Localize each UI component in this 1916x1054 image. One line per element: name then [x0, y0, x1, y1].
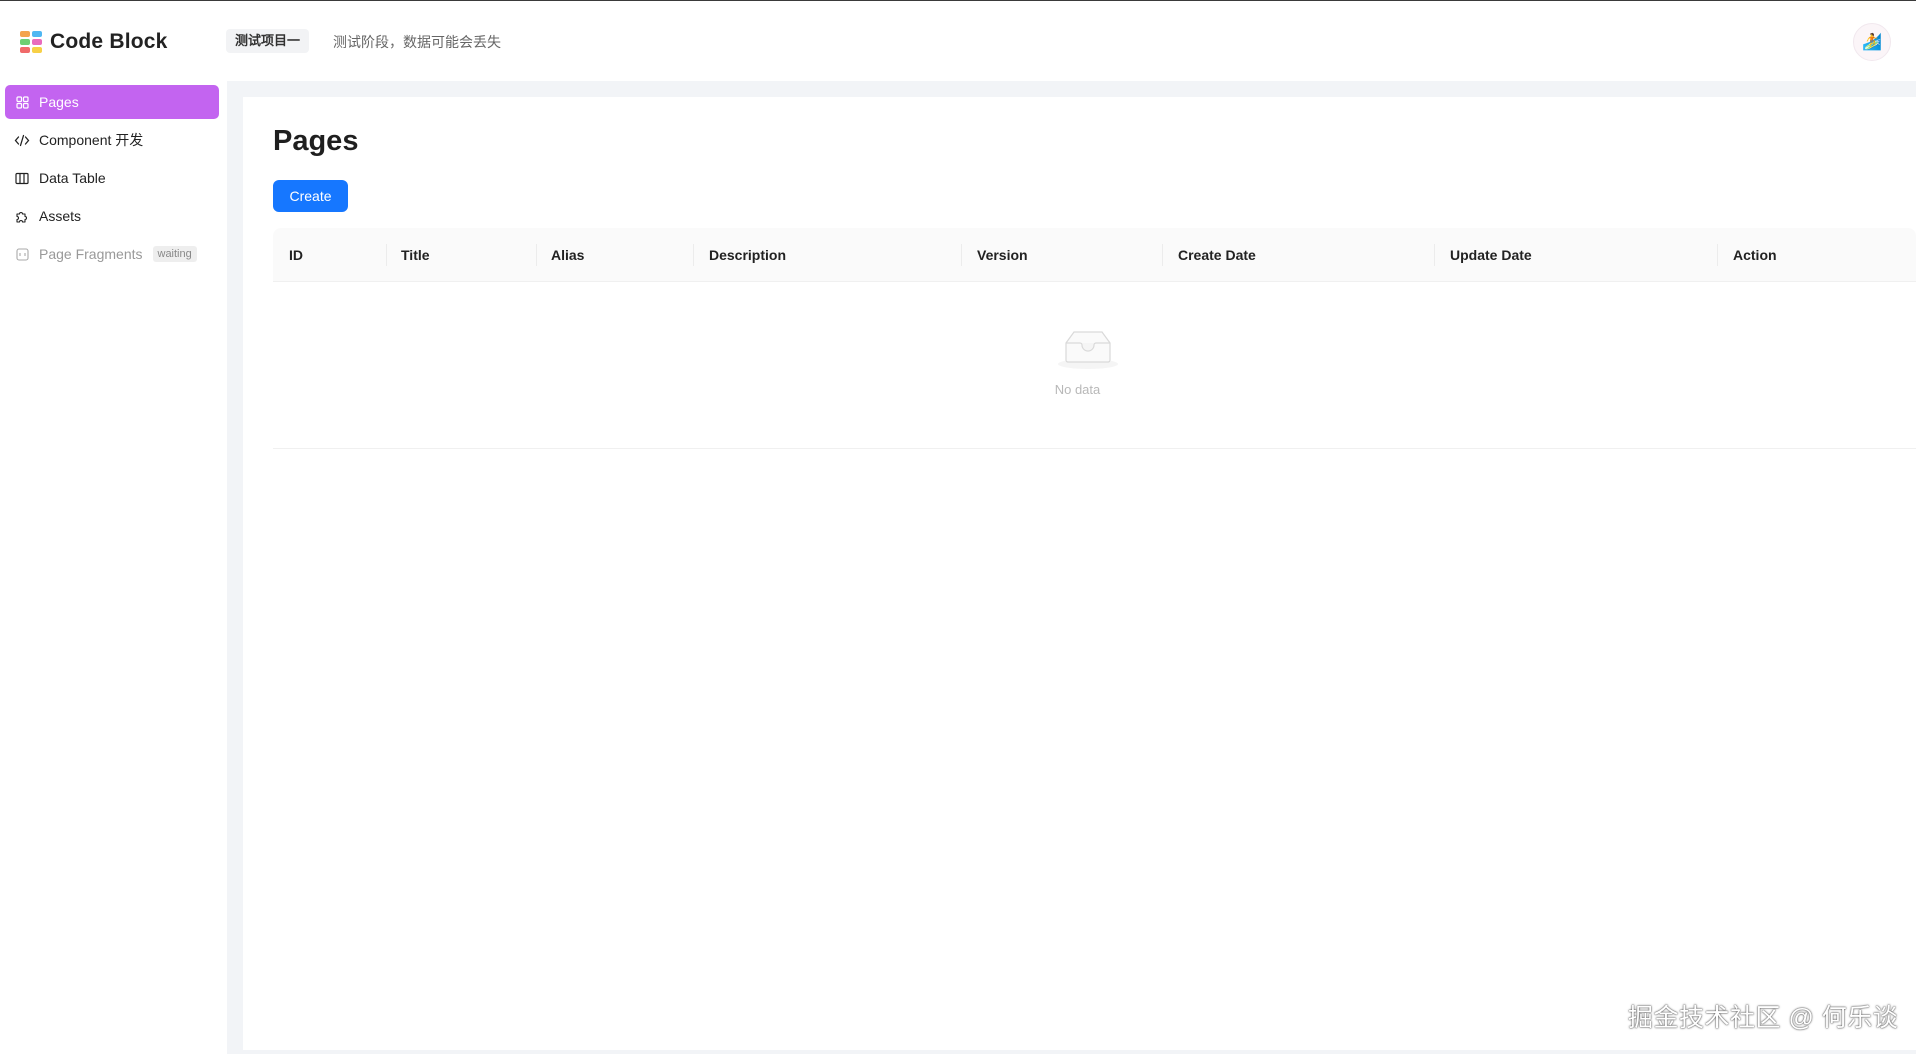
table-header: ID Title Alias Description Version Creat…	[273, 228, 1916, 282]
logo-mark-icon	[20, 31, 42, 53]
column-divider	[1162, 244, 1163, 266]
column-header-id[interactable]: ID	[289, 228, 303, 282]
sidebar-item-label: Component 开发	[39, 132, 144, 148]
avatar-icon: 🏄	[1862, 34, 1882, 51]
column-divider	[693, 244, 694, 266]
sidebar-item-pages[interactable]: Pages	[5, 85, 219, 119]
notice-text: 测试阶段，数据可能会丢失	[333, 34, 501, 50]
code-icon	[14, 132, 30, 148]
sidebar-item-label: Data Table	[39, 170, 106, 186]
project-tag[interactable]: 测试项目一	[226, 29, 310, 53]
avatar[interactable]: 🏄	[1853, 23, 1891, 61]
column-header-action[interactable]: Action	[1733, 228, 1777, 282]
sidebar-item-page-fragments[interactable]: Page Fragments waiting	[5, 237, 219, 271]
watermark: 掘金技术社区 @ 何乐谈	[1628, 1004, 1899, 1032]
column-header-description[interactable]: Description	[709, 228, 786, 282]
grid-icon	[14, 94, 30, 110]
empty-state-text: No data	[1054, 382, 1101, 397]
column-header-version[interactable]: Version	[977, 228, 1028, 282]
status-badge: waiting	[152, 246, 197, 262]
app-logo[interactable]: Code Block	[20, 30, 168, 54]
column-header-create-date[interactable]: Create Date	[1178, 228, 1256, 282]
top-header: Code Block 测试项目一 测试阶段，数据可能会丢失 🏄	[0, 1, 1916, 81]
pages-panel: Pages Create ID Title Alias Description …	[243, 97, 1916, 1050]
puzzle-icon	[14, 208, 30, 224]
empty-inbox-icon	[1058, 331, 1118, 369]
sidebar-item-assets[interactable]: Assets	[5, 199, 219, 233]
sidebar-item-data-table[interactable]: Data Table	[5, 161, 219, 195]
sidebar-item-label: Page Fragments	[39, 246, 143, 262]
page-title: Pages	[273, 125, 359, 157]
column-header-alias[interactable]: Alias	[551, 228, 584, 282]
create-button[interactable]: Create	[273, 180, 348, 212]
sidebar-item-label: Assets	[39, 208, 82, 224]
column-header-update-date[interactable]: Update Date	[1450, 228, 1532, 282]
column-divider	[386, 244, 387, 266]
app-name: Code Block	[50, 30, 168, 53]
empty-state: No data	[273, 282, 1916, 449]
column-divider	[536, 244, 537, 266]
pages-table: ID Title Alias Description Version Creat…	[273, 228, 1916, 449]
table-icon	[14, 170, 30, 186]
sidebar: Pages Component 开发 Data Table Assets Pag…	[0, 81, 227, 1054]
sidebar-item-label: Pages	[39, 94, 79, 110]
fragment-icon	[14, 246, 30, 262]
column-divider	[961, 244, 962, 266]
column-divider	[1717, 244, 1718, 266]
column-divider	[1434, 244, 1435, 266]
sidebar-item-component[interactable]: Component 开发	[5, 123, 219, 157]
column-header-title[interactable]: Title	[401, 228, 430, 282]
